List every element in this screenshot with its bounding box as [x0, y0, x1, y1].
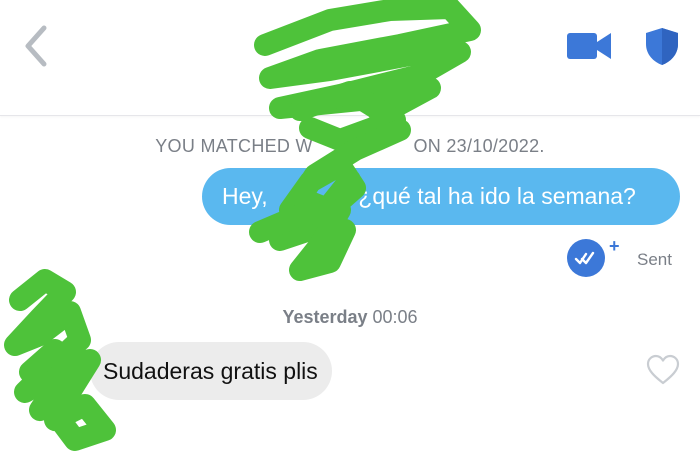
chevron-left-icon: [25, 25, 47, 67]
timestamp-time: 00:06: [372, 307, 418, 327]
match-notice-suffix: ON 23/10/2022.: [413, 136, 545, 156]
plus-icon: +: [609, 236, 620, 256]
double-check-icon: [567, 239, 605, 277]
match-notice-prefix: YOU MATCHED W: [155, 136, 313, 156]
back-button[interactable]: [18, 24, 58, 68]
chat-header: [0, 0, 700, 116]
like-button[interactable]: [646, 354, 680, 386]
heart-icon: [646, 354, 680, 385]
safety-shield-button[interactable]: [644, 26, 680, 66]
sent-message-greeting: Hey,: [222, 183, 268, 209]
received-message-text: Sudaderas gratis plis: [103, 358, 318, 384]
sent-status-label: Sent: [637, 250, 672, 269]
shield-icon: [646, 28, 678, 65]
received-message-bubble[interactable]: Sudaderas gratis plis: [90, 342, 332, 400]
message-timestamp: Yesterday 00:06: [0, 307, 700, 328]
sent-message-bubble[interactable]: Hey, ¿qué tal ha ido la semana?: [202, 168, 680, 225]
video-camera-icon: [567, 33, 611, 59]
read-receipt[interactable]: [566, 238, 606, 278]
video-call-button[interactable]: [566, 30, 612, 62]
timestamp-day: Yesterday: [282, 307, 368, 327]
match-notice: YOU MATCHED W ON 23/10/2022.: [0, 136, 700, 157]
avatar[interactable]: [54, 348, 88, 382]
sent-message-body: ¿qué tal ha ido la semana?: [358, 183, 636, 209]
